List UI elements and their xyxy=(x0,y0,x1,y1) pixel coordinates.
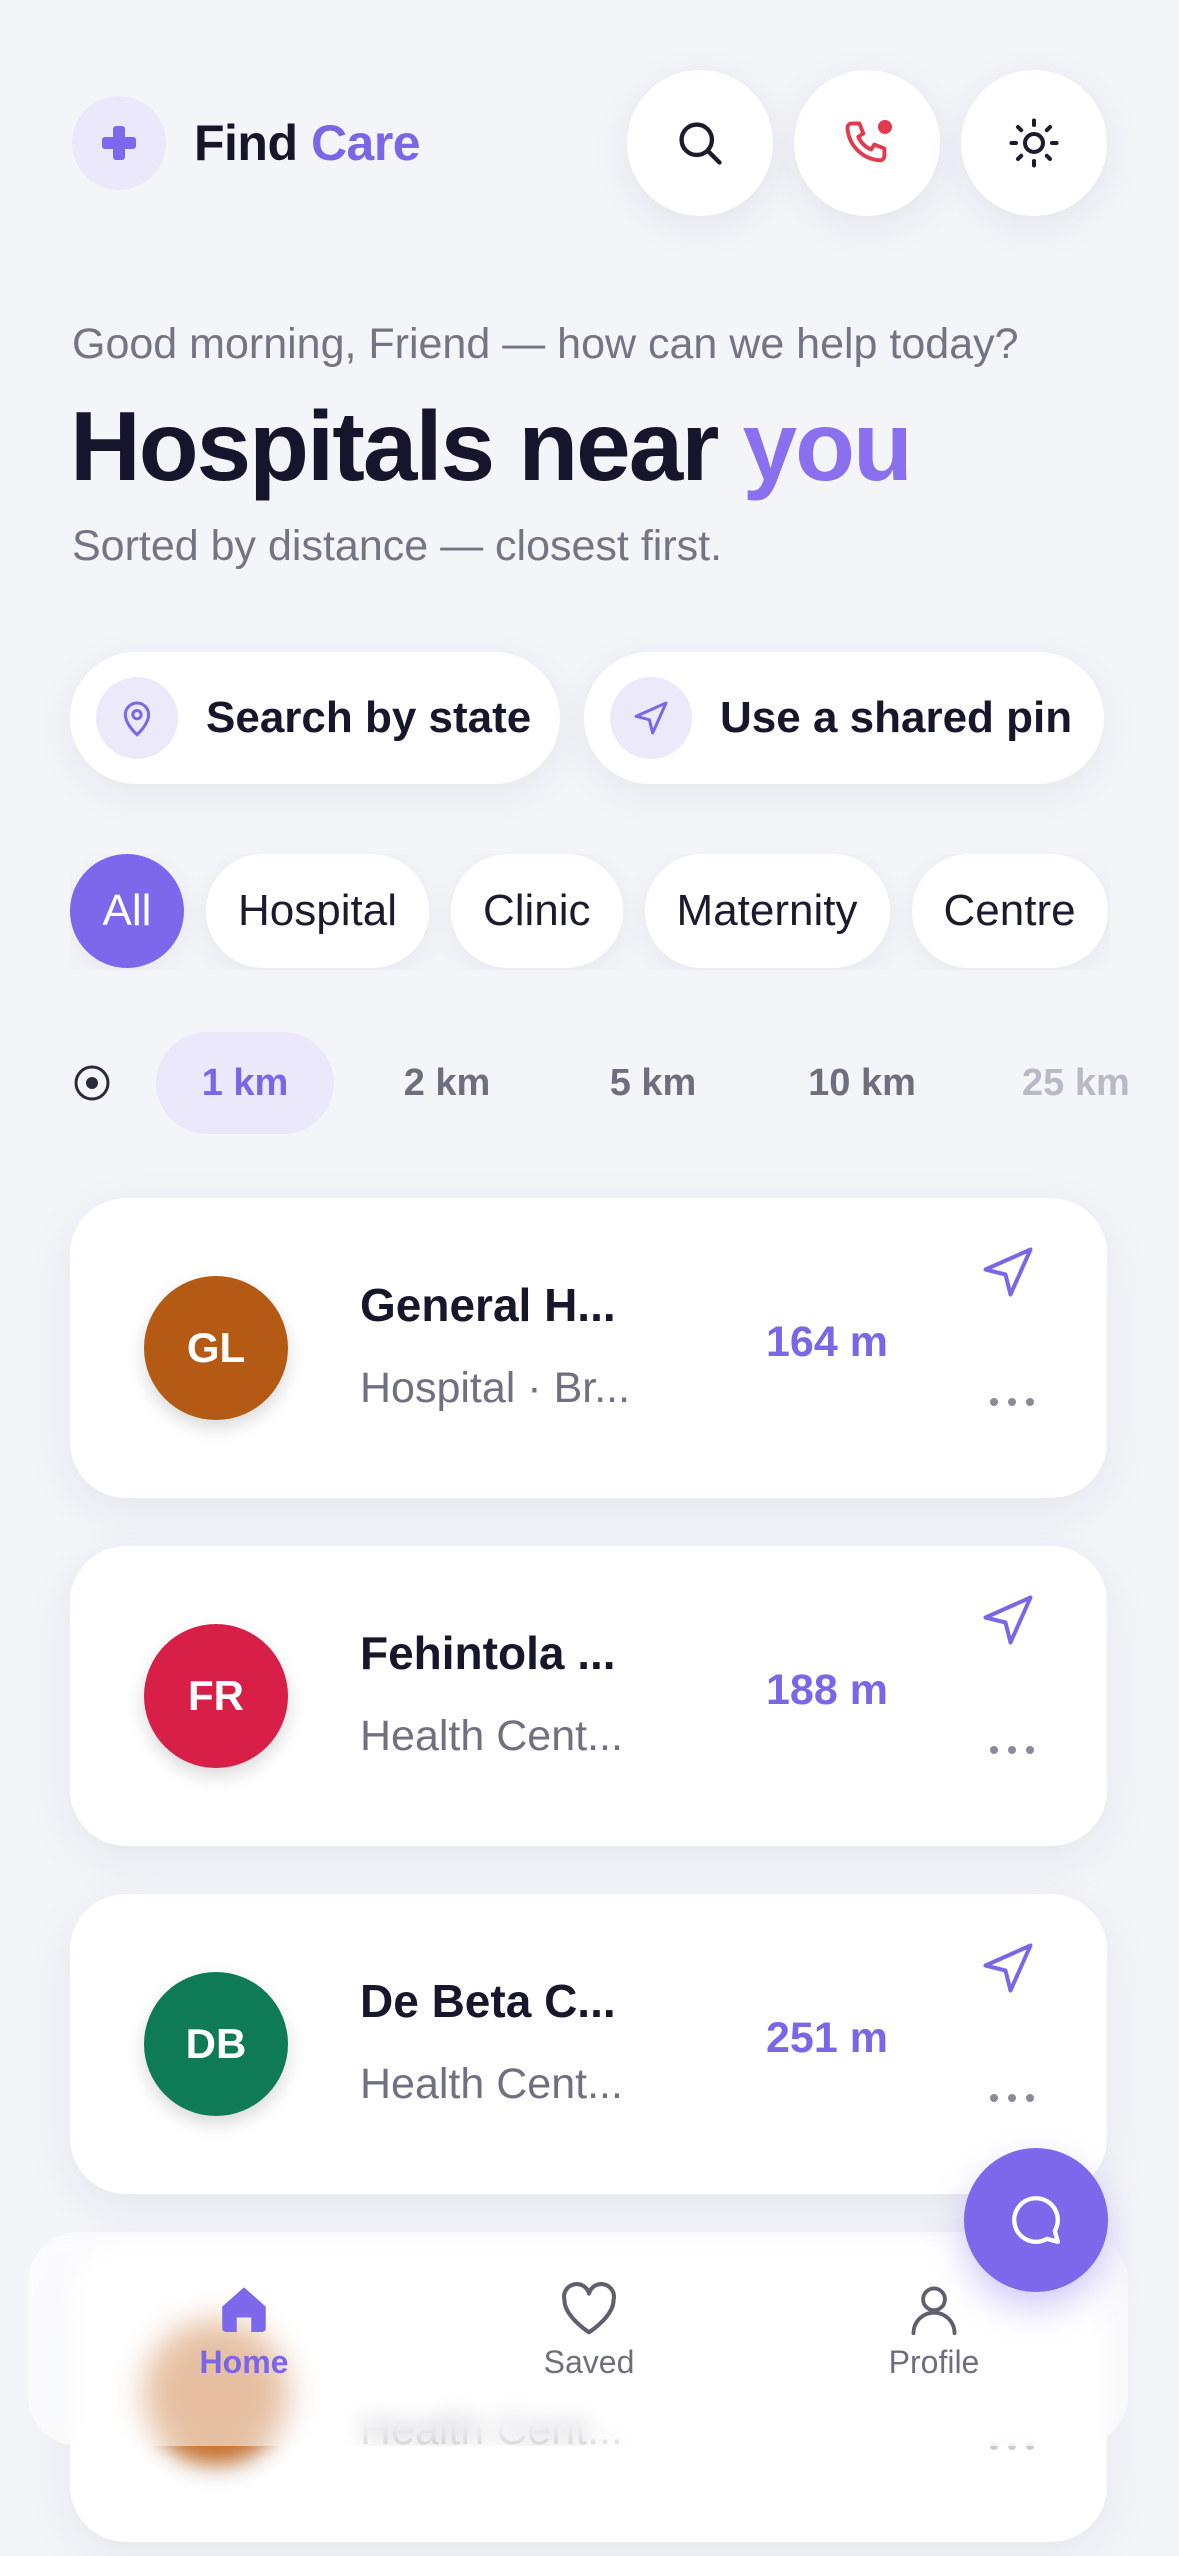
search-by-state-label: Search by state xyxy=(206,693,532,742)
app-header: Find Care xyxy=(72,70,1107,220)
chip-maternity[interactable]: Maternity xyxy=(644,854,890,968)
shared-pin-button[interactable]: Use a shared pin xyxy=(584,652,1104,784)
radius-1km[interactable]: 1 km xyxy=(156,1032,334,1134)
hospital-name: De Beta C... xyxy=(360,1975,616,2027)
brand-name: Find Care xyxy=(194,114,421,172)
avatar: FR xyxy=(144,1624,288,1768)
emergency-call-button[interactable] xyxy=(794,70,940,216)
chip-all[interactable]: All xyxy=(70,854,184,968)
chip-clinic[interactable]: Clinic xyxy=(450,854,623,968)
hospital-name: General H... xyxy=(360,1279,616,1331)
nav-home[interactable]: Home xyxy=(144,2280,344,2381)
navigation-arrow-icon xyxy=(610,677,692,759)
user-icon xyxy=(911,2286,957,2336)
page-title-main: Hospitals near xyxy=(70,391,719,501)
radius-25km[interactable]: 25 km xyxy=(1022,1032,1179,1134)
more-options-icon[interactable] xyxy=(988,2090,1036,2106)
hospital-subtitle: Health Cent... xyxy=(360,2060,623,2108)
navigate-icon[interactable] xyxy=(978,1242,1038,1302)
hospital-card[interactable]: GL General H... Hospital · Br... 164 m xyxy=(70,1198,1107,1498)
plus-icon xyxy=(72,96,166,190)
nav-saved[interactable]: Saved xyxy=(489,2280,689,2381)
theme-toggle-button[interactable] xyxy=(961,70,1107,216)
bottom-nav: Home Saved Profile xyxy=(28,2232,1128,2446)
map-pin-icon xyxy=(96,677,178,759)
brand[interactable]: Find Care xyxy=(72,96,421,190)
greeting-text: Good morning, Friend — how can we help t… xyxy=(72,320,1019,368)
navigate-icon[interactable] xyxy=(978,1938,1038,1998)
category-filter: All Hospital Clinic Maternity Centre xyxy=(70,854,1110,970)
brand-name-first: Find xyxy=(194,115,298,171)
nav-saved-label: Saved xyxy=(543,2344,635,2380)
more-options-icon[interactable] xyxy=(988,1742,1036,1758)
radius-5km[interactable]: 5 km xyxy=(578,1032,728,1134)
avatar: GL xyxy=(144,1276,288,1420)
hospital-subtitle: Health Cent... xyxy=(360,1712,623,1760)
hospital-distance: 251 m xyxy=(766,2014,888,2062)
hospital-name: Fehintola ... xyxy=(360,1627,616,1679)
chip-centre[interactable]: Centre xyxy=(911,854,1108,968)
chat-bubble-icon xyxy=(1012,2196,1060,2244)
radius-selector: 1 km 2 km 5 km 10 km 25 km xyxy=(72,1032,1179,1136)
page-subtitle: Sorted by distance — closest first. xyxy=(72,522,723,570)
heart-icon xyxy=(561,2281,617,2335)
more-options-icon[interactable] xyxy=(988,1394,1036,1410)
page-title: Hospitals near you xyxy=(70,390,913,503)
search-button[interactable] xyxy=(627,70,773,216)
search-by-state-button[interactable]: Search by state xyxy=(70,652,560,784)
nav-profile[interactable]: Profile xyxy=(834,2280,1034,2381)
target-icon xyxy=(74,1065,110,1101)
nav-profile-label: Profile xyxy=(888,2344,980,2380)
navigate-icon[interactable] xyxy=(978,1590,1038,1650)
home-icon xyxy=(222,2287,266,2332)
notification-dot xyxy=(878,120,892,134)
radius-2km[interactable]: 2 km xyxy=(372,1032,522,1134)
hospital-subtitle: Hospital · Br... xyxy=(360,1364,631,1412)
chip-hospital[interactable]: Hospital xyxy=(206,854,429,968)
radius-10km[interactable]: 10 km xyxy=(772,1032,952,1134)
brand-name-accent: Care xyxy=(310,115,421,171)
hospital-card[interactable]: DB De Beta C... Health Cent... 251 m xyxy=(70,1894,1107,2194)
page-title-accent: you xyxy=(742,391,913,501)
hospital-distance: 164 m xyxy=(766,1318,888,1366)
nav-home-label: Home xyxy=(199,2344,289,2380)
search-icon xyxy=(679,122,722,165)
hospital-card[interactable]: FR Fehintola ... Health Cent... 188 m xyxy=(70,1546,1107,1846)
chat-button[interactable] xyxy=(964,2148,1108,2292)
sun-icon xyxy=(1009,118,1059,168)
hospital-distance: 188 m xyxy=(766,1666,888,1714)
shared-pin-label: Use a shared pin xyxy=(720,693,1073,742)
avatar: DB xyxy=(144,1972,288,2116)
